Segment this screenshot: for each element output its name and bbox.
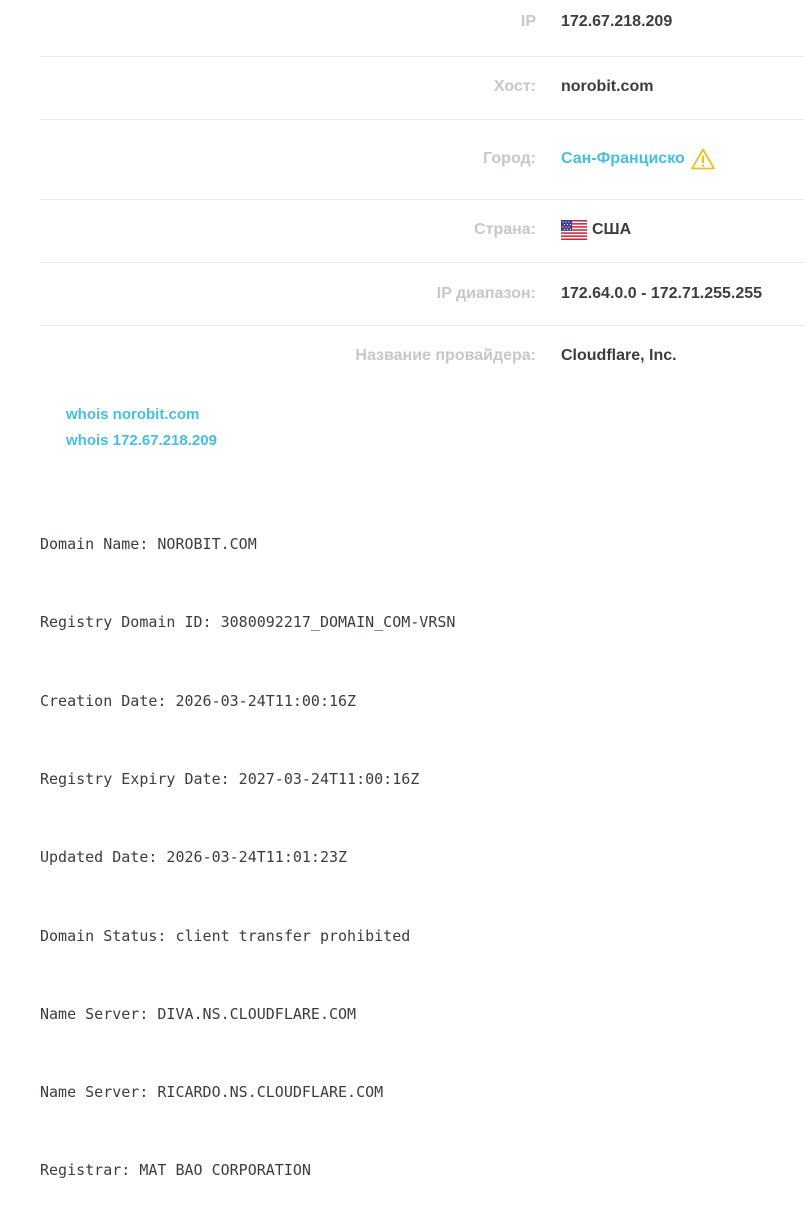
- whois-record: Domain Name: NOROBIT.COM Registry Domain…: [40, 479, 455, 1210]
- host-label: Хост:: [493, 78, 536, 95]
- whois-line: Creation Date: 2026-03-24T11:00:16Z: [40, 691, 357, 710]
- whois-ip-link[interactable]: whois 172.67.218.209: [66, 428, 217, 454]
- warning-icon[interactable]: [690, 148, 715, 170]
- us-flag-icon: [561, 220, 587, 240]
- whois-line: Updated Date: 2026-03-24T11:01:23Z: [40, 848, 348, 867]
- whois-line: Name Server: RICARDO.NS.CLOUDFLARE.COM: [40, 1083, 384, 1102]
- country-cell: США: [561, 220, 631, 240]
- whois-line: Registry Domain ID: 3080092217_DOMAIN_CO…: [40, 613, 456, 632]
- city-link[interactable]: Сан-Франциско: [561, 150, 685, 168]
- ip-info-table: IP 172.67.218.209 Хост: norobit.com Горо…: [40, 0, 805, 388]
- whois-line: Name Server: DIVA.NS.CLOUDFLARE.COM: [40, 1004, 357, 1023]
- whois-line: Domain Name: NOROBIT.COM: [40, 535, 257, 554]
- ip-range-label: IP диапазон:: [436, 285, 536, 302]
- country-label: Страна:: [474, 221, 536, 238]
- ip-row: IP 172.67.218.209: [40, 0, 805, 57]
- city-label: Город:: [483, 149, 536, 167]
- provider-label: Название провайдера:: [355, 347, 536, 364]
- whois-line: Domain Status: client transfer prohibite…: [40, 926, 411, 945]
- country-value: США: [592, 221, 632, 238]
- city-row: Город: Сан-Франциско: [40, 120, 805, 200]
- city-cell: Сан-Франциско: [561, 148, 715, 170]
- ip-range-row: IP диапазон: 172.64.0.0 - 172.71.255.255: [40, 263, 805, 326]
- whois-line: Registry Expiry Date: 2027-03-24T11:00:1…: [40, 770, 420, 789]
- ip-label: IP: [520, 13, 536, 30]
- whois-domain-link[interactable]: whois norobit.com: [66, 402, 217, 428]
- provider-value: Cloudflare, Inc.: [561, 347, 677, 364]
- provider-row: Название провайдера: Cloudflare, Inc.: [40, 326, 805, 388]
- whois-links: whois norobit.com whois 172.67.218.209: [66, 402, 217, 454]
- host-row: Хост: norobit.com: [40, 57, 805, 120]
- host-value: norobit.com: [561, 78, 654, 95]
- ip-range-value: 172.64.0.0 - 172.71.255.255: [561, 285, 763, 302]
- whois-line: Registrar: MAT BAO CORPORATION: [40, 1161, 311, 1180]
- country-row: Страна: США: [40, 200, 805, 263]
- ip-value: 172.67.218.209: [561, 13, 673, 30]
